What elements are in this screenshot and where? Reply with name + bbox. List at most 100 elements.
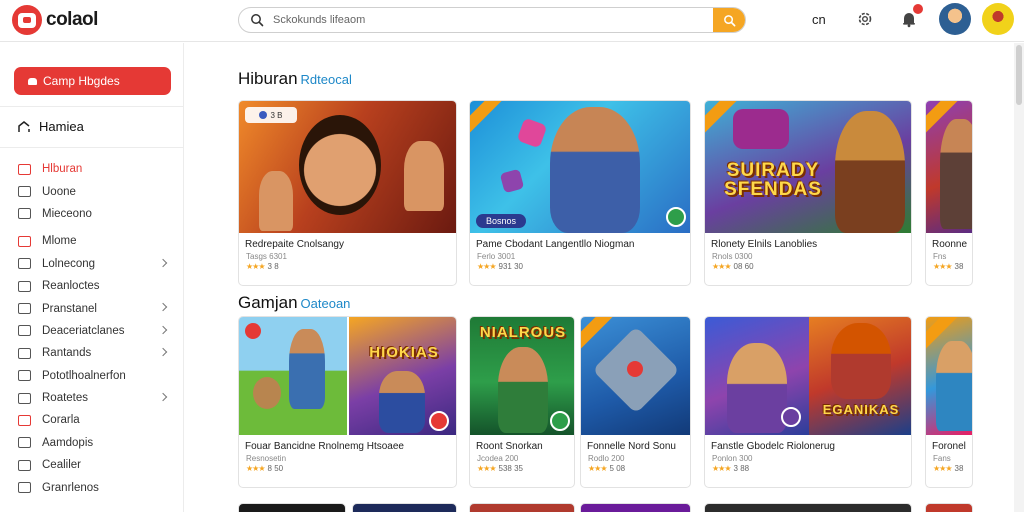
- sidebar: Camp Hbgdes Hamiea Hlburan Uoone Mieceon…: [0, 43, 184, 512]
- sidebar-item-roatetes[interactable]: Roatetes: [18, 387, 178, 409]
- emblem-icon: [733, 109, 789, 149]
- character-figure: [835, 111, 905, 233]
- game-rating: ★★★ 3 8: [239, 262, 456, 271]
- game-card-partial[interactable]: [704, 503, 912, 512]
- character-hand: [259, 171, 293, 231]
- game-rating: ★★★ 8 50: [239, 464, 456, 473]
- sidebar-item-granrlenos[interactable]: Granrlenos: [18, 476, 178, 498]
- sidebar-item-home[interactable]: Hamiea: [17, 119, 84, 134]
- chevron-right-icon: [158, 303, 168, 312]
- game-rating: ★★★ 08 60: [705, 262, 911, 271]
- game-logo-text: HIOKIAS: [369, 344, 439, 361]
- game-title: Roonne: [932, 239, 968, 250]
- game-card-partial[interactable]: [925, 503, 973, 512]
- game-card[interactable]: Foronel Fans ★★★ 38: [925, 316, 973, 488]
- sidebar-item-corarla[interactable]: Corarla: [18, 409, 178, 431]
- scrollbar-thumb[interactable]: [1016, 45, 1022, 105]
- settings-gear-icon[interactable]: [854, 8, 876, 30]
- character-figure: [727, 343, 787, 433]
- game-logo-text: NIALROUS: [479, 324, 567, 341]
- sidebar-cta-button[interactable]: Camp Hbgdes: [14, 67, 171, 95]
- category-icon: [18, 258, 31, 270]
- user-avatar[interactable]: [939, 3, 971, 35]
- play-icon[interactable]: [781, 407, 801, 427]
- app-logo-icon[interactable]: [12, 5, 42, 35]
- character-figure: [831, 323, 891, 399]
- game-meta: Tasgs 6301: [246, 252, 287, 261]
- profile-avatar[interactable]: [982, 3, 1014, 35]
- game-card-partial[interactable]: [238, 503, 346, 512]
- character-figure: [299, 115, 381, 215]
- section-title-gamjan: Gamjan Oateoan: [238, 293, 350, 313]
- home-icon: [18, 120, 30, 132]
- game-thumbnail: [926, 317, 972, 435]
- rating-value: 538 35: [498, 464, 523, 473]
- game-thumbnail: 3 B: [239, 101, 456, 233]
- category-icon: [18, 303, 31, 315]
- game-rating: ★★★ 3 88: [705, 464, 911, 473]
- game-meta: Fns: [933, 252, 947, 261]
- sidebar-item-reanloctes[interactable]: Reanloctes: [18, 275, 178, 297]
- chevron-right-icon: [158, 258, 168, 267]
- search-button[interactable]: [713, 8, 745, 32]
- heart-icon: [28, 77, 37, 85]
- sidebar-item-aamdopis[interactable]: Aamdopis: [18, 432, 178, 454]
- sidebar-item-deaceriatclanes[interactable]: Deaceriatclanes: [18, 320, 178, 342]
- sidebar-cta-label: Camp Hbgdes: [43, 74, 120, 88]
- sidebar-item-pototlhoalnerfon[interactable]: Pototlhoalnerfon: [18, 365, 178, 387]
- game-rating: ★★★ 38: [926, 262, 972, 271]
- search-input[interactable]: [273, 11, 693, 29]
- candy-icon: [516, 117, 548, 149]
- game-card[interactable]: Fonnelle Nord Sonu Rodlo 200 ★★★ 5 08: [580, 316, 691, 488]
- game-card[interactable]: EGANIKAS Fanstle Gbodelc Riolonerug Ponl…: [704, 316, 912, 488]
- brand-name[interactable]: colaol: [46, 9, 98, 31]
- character-figure: [379, 371, 425, 433]
- sidebar-item-label: Mieceono: [42, 207, 92, 220]
- rating-stars: ★★★: [477, 262, 496, 271]
- section-subtitle-link[interactable]: Rdteocal: [301, 72, 352, 87]
- sidebar-item-lolnecong[interactable]: Lolnecong: [18, 253, 178, 275]
- section-heading: Hiburan: [238, 69, 298, 88]
- game-rating: ★★★ 931 30: [470, 262, 690, 271]
- game-card[interactable]: 3 B Redrepaite Cnolsangy Tasgs 6301 ★★★ 3…: [238, 100, 457, 286]
- play-icon[interactable]: [550, 411, 570, 431]
- rating-stars: ★★★: [933, 464, 952, 473]
- character-figure: [936, 341, 972, 431]
- sidebar-item-hlburan[interactable]: Hlburan: [18, 158, 178, 180]
- game-card-partial[interactable]: [469, 503, 575, 512]
- play-icon[interactable]: [429, 411, 449, 431]
- game-card[interactable]: Bosnos Pame Cbodant Langentllo Niogman F…: [469, 100, 691, 286]
- character-figure: [289, 329, 325, 409]
- sidebar-item-mlome[interactable]: Mlome: [18, 230, 178, 252]
- game-rating: ★★★ 38: [926, 464, 972, 473]
- sidebar-item-cealiler[interactable]: Cealiler: [18, 454, 178, 476]
- language-switch[interactable]: cn: [812, 12, 826, 27]
- section-subtitle-link[interactable]: Oateoan: [301, 296, 351, 311]
- sidebar-item-uoone[interactable]: Uoone: [18, 180, 178, 202]
- game-logo-text: EGANIKAS: [822, 402, 900, 417]
- game-thumbnail: EGANIKAS: [705, 317, 911, 435]
- game-card[interactable]: NIALROUS Roont Snorkan Jcodea 200 ★★★ 538…: [469, 316, 575, 488]
- game-logo-text: SUIRADY SFENDAS: [724, 160, 822, 200]
- game-tag-text: 3 B: [270, 110, 283, 120]
- rating-stars: ★★★: [712, 464, 731, 473]
- game-card[interactable]: HIOKIAS Fouar Bancidne Rnolnemg Htsoaee …: [238, 316, 457, 488]
- game-card[interactable]: SUIRADY SFENDAS Rlonety Elnils Lanoblies…: [704, 100, 912, 286]
- play-icon[interactable]: [666, 207, 686, 227]
- page-scrollbar[interactable]: [1014, 43, 1024, 512]
- game-card-partial[interactable]: [352, 503, 457, 512]
- category-icon: [18, 163, 31, 175]
- thumbnail-right: EGANIKAS: [809, 317, 911, 435]
- category-icon: [18, 280, 31, 292]
- rating-stars: ★★★: [933, 262, 952, 271]
- search-bar[interactable]: [238, 7, 746, 33]
- game-meta: Resnosetin: [246, 454, 287, 463]
- candy-icon: [499, 168, 525, 194]
- sidebar-item-pranstanel[interactable]: Pranstanel: [18, 297, 178, 319]
- game-badge: Bosnos: [476, 214, 527, 228]
- game-card[interactable]: Roonne Fns ★★★ 38: [925, 100, 973, 286]
- sidebar-item-rantands[interactable]: Rantands: [18, 342, 178, 364]
- game-card-partial[interactable]: [580, 503, 691, 512]
- sidebar-item-label: Reanloctes: [42, 280, 100, 293]
- sidebar-item-mieceono[interactable]: Mieceono: [18, 203, 178, 225]
